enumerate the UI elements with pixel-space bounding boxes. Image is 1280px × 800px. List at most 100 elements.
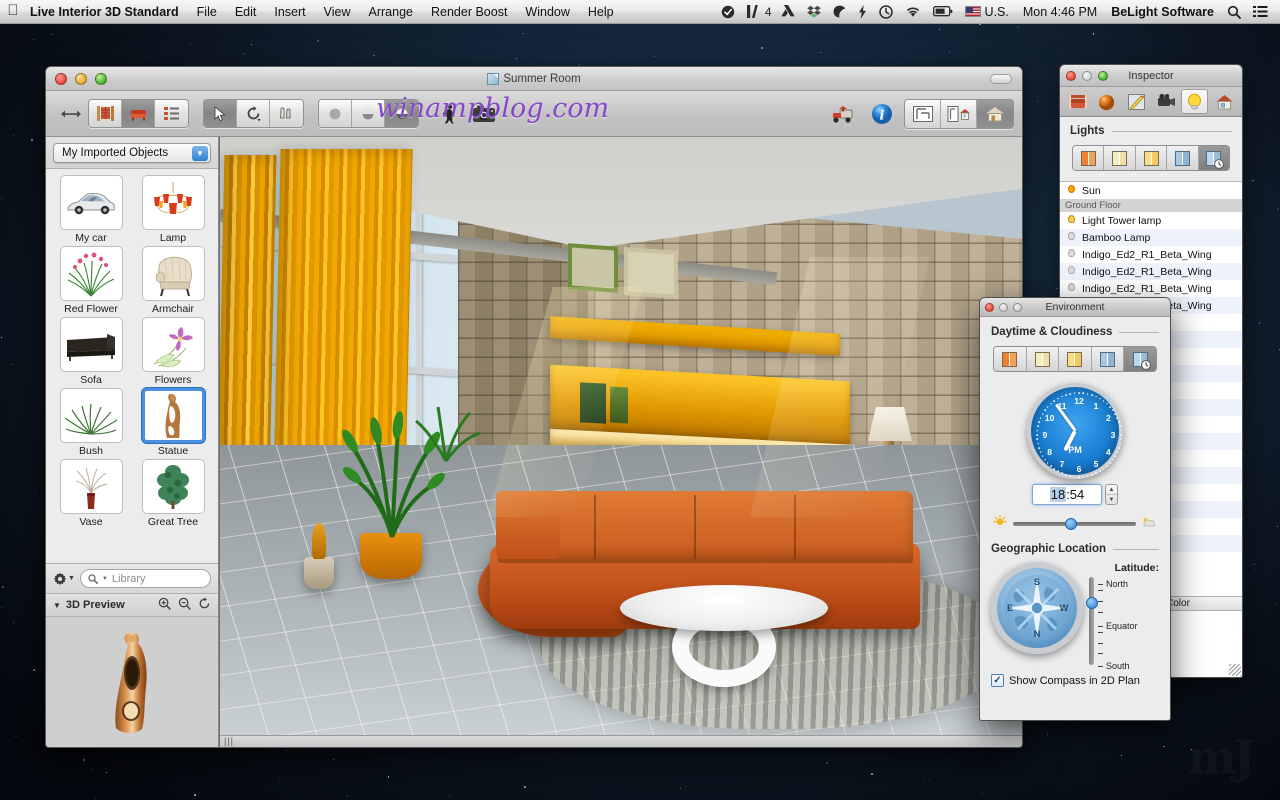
library-popup-button[interactable]: My Imported Objects ▼	[53, 143, 211, 163]
slider-handle[interactable]	[1064, 517, 1077, 530]
time-minutes[interactable]: :54	[1066, 487, 1084, 502]
analog-clock[interactable]: 12 1 2 3 4 5 6 7 8 9 10 11 PM	[1027, 383, 1123, 479]
overcast-icon[interactable]	[1091, 347, 1125, 371]
google-drive-icon[interactable]	[775, 0, 801, 24]
edit-inspector-icon[interactable]	[1123, 89, 1150, 114]
light-row-bamboo-lamp[interactable]: Bamboo Lamp	[1060, 229, 1242, 246]
preview-header[interactable]: ▼ 3D Preview	[46, 593, 218, 617]
armchair-thumbnail[interactable]	[141, 246, 205, 301]
input-source-label[interactable]: U.S.	[985, 5, 1016, 19]
light-row-indigo-3[interactable]: Indigo_Ed2_R1_Beta_Wing	[1060, 280, 1242, 297]
render-quality-segmented-control[interactable]	[318, 99, 419, 128]
vase-thumbnail[interactable]	[59, 459, 123, 514]
battery-icon[interactable]	[927, 0, 959, 24]
checkmark-circle-icon[interactable]	[715, 0, 741, 24]
walk-person-icon[interactable]	[433, 99, 467, 129]
red-flower-thumbnail[interactable]	[59, 246, 123, 301]
zoom-in-icon[interactable]	[158, 597, 171, 613]
pointer-icon[interactable]	[204, 100, 237, 127]
library-item-my-car[interactable]: My car	[51, 175, 131, 244]
library-item-armchair[interactable]: Armchair	[133, 246, 213, 315]
light-cloud-icon[interactable]	[1026, 347, 1060, 371]
sphere-flat-icon[interactable]	[319, 100, 352, 127]
library-item-bush[interactable]: Bush	[51, 388, 131, 457]
light-row-indigo-2[interactable]: Indigo_Ed2_R1_Beta_Wing	[1060, 263, 1242, 280]
light-row-tower-lamp[interactable]: Light Tower lamp	[1060, 212, 1242, 229]
geo-controls-row[interactable]: N S W E Latitude: North Equator South	[991, 562, 1159, 671]
gear-icon[interactable]: ▼	[53, 572, 75, 586]
main-window-titlebar[interactable]: Summer Room	[46, 67, 1022, 91]
tool-segmented-control[interactable]	[203, 99, 304, 128]
light-mode-buttons[interactable]	[1072, 145, 1230, 171]
partly-cloudy-icon[interactable]	[1059, 347, 1092, 371]
cloudiness-slider[interactable]	[1013, 517, 1136, 530]
resize-grip[interactable]	[1229, 664, 1241, 676]
light-row-sun[interactable]: Sun	[1060, 182, 1242, 199]
library-item-statue[interactable]: Statue	[133, 388, 213, 457]
info-icon[interactable]: i	[865, 99, 899, 129]
day-light-icon[interactable]	[1073, 146, 1105, 170]
inspector-tab-bar[interactable]	[1060, 87, 1242, 117]
dropbox-icon[interactable]	[801, 0, 827, 24]
toolbar-toggle-button[interactable]	[990, 73, 1012, 84]
notification-center-icon[interactable]	[1247, 0, 1274, 24]
light-inspector-icon[interactable]	[1181, 89, 1209, 114]
environment-titlebar[interactable]: Environment	[980, 298, 1170, 317]
chandelier-thumbnail[interactable]	[141, 175, 205, 230]
object-inspector-icon[interactable]	[1064, 89, 1091, 114]
clock-widget-wrapper[interactable]: 12 1 2 3 4 5 6 7 8 9 10 11 PM	[991, 383, 1159, 479]
library-item-great-tree[interactable]: Great Tree	[133, 459, 213, 528]
custom-time-icon[interactable]	[1124, 347, 1156, 371]
sphere-rendered-icon[interactable]	[385, 100, 418, 127]
menu-arrange[interactable]: Arrange	[360, 0, 422, 24]
time-hours[interactable]: 18	[1049, 487, 1067, 502]
object-grid[interactable]: My car Lamp Red Flower Armchair Sofa Flo…	[46, 169, 218, 563]
custom-light-icon[interactable]	[1167, 146, 1199, 170]
view-mode-segmented-control[interactable]	[88, 99, 189, 128]
evening-light-icon[interactable]	[1104, 146, 1136, 170]
site-inspector-icon[interactable]	[1211, 89, 1238, 114]
menu-edit[interactable]: Edit	[226, 0, 266, 24]
zoom-out-icon[interactable]	[178, 597, 191, 613]
menu-file[interactable]: File	[188, 0, 226, 24]
bush-thumbnail[interactable]	[59, 388, 123, 443]
car-thumbnail[interactable]	[59, 175, 123, 230]
cloudiness-slider-row[interactable]	[993, 514, 1157, 533]
flowers-thumbnail[interactable]	[141, 317, 205, 372]
main-application-window[interactable]: Summer Room winampblog.com i My Imported…	[45, 66, 1023, 748]
statue-thumbnail[interactable]	[141, 388, 205, 443]
latitude-slider[interactable]	[1085, 577, 1098, 665]
menu-insert[interactable]: Insert	[265, 0, 314, 24]
search-input[interactable]: ▼ Library	[79, 569, 211, 588]
layout-mode-segmented-control[interactable]	[904, 98, 1014, 129]
sphere-shaded-icon[interactable]	[352, 100, 385, 127]
great-tree-thumbnail[interactable]	[141, 459, 205, 514]
menubar-user-name[interactable]: BeLight Software	[1104, 5, 1221, 19]
camera-icon[interactable]	[467, 99, 501, 129]
library-item-sofa[interactable]: Sofa	[51, 317, 131, 386]
menu-render-boost[interactable]: Render Boost	[422, 0, 516, 24]
environment-window[interactable]: Environment Daytime & Cloudiness 12 1 2 …	[979, 297, 1171, 721]
plan-view-icon[interactable]	[905, 99, 941, 128]
latitude-slider-body[interactable]: North Equator South	[1085, 577, 1159, 671]
apple-menu-icon[interactable]: 	[0, 3, 26, 20]
time-machine-icon[interactable]	[873, 0, 899, 24]
menu-app-name[interactable]: Live Interior 3D Standard	[26, 0, 188, 24]
search-icon[interactable]	[1221, 0, 1247, 24]
time-stepper[interactable]: ▲ ▼	[1105, 484, 1118, 505]
toolbar-right-group[interactable]: i	[826, 98, 1014, 129]
time-input[interactable]: 18:54	[1032, 484, 1102, 505]
bulb-on-icon[interactable]	[1067, 214, 1076, 227]
library-item-flowers[interactable]: Flowers	[133, 317, 213, 386]
bulb-off-icon[interactable]	[1067, 282, 1076, 295]
furniture-icon[interactable]	[122, 100, 155, 127]
light-row-indigo-1[interactable]: Indigo_Ed2_R1_Beta_Wing	[1060, 246, 1242, 263]
show-compass-row[interactable]: ✓ Show Compass in 2D Plan	[991, 674, 1159, 687]
adobe-icon[interactable]	[741, 0, 764, 24]
chevron-down-icon[interactable]: ▼	[102, 576, 108, 582]
library-selector-area[interactable]: My Imported Objects ▼	[46, 137, 218, 169]
custom-time-icon[interactable]	[1198, 146, 1229, 170]
library-item-red-flower[interactable]: Red Flower	[51, 246, 131, 315]
wifi-icon[interactable]	[899, 0, 927, 24]
menu-view[interactable]: View	[315, 0, 360, 24]
